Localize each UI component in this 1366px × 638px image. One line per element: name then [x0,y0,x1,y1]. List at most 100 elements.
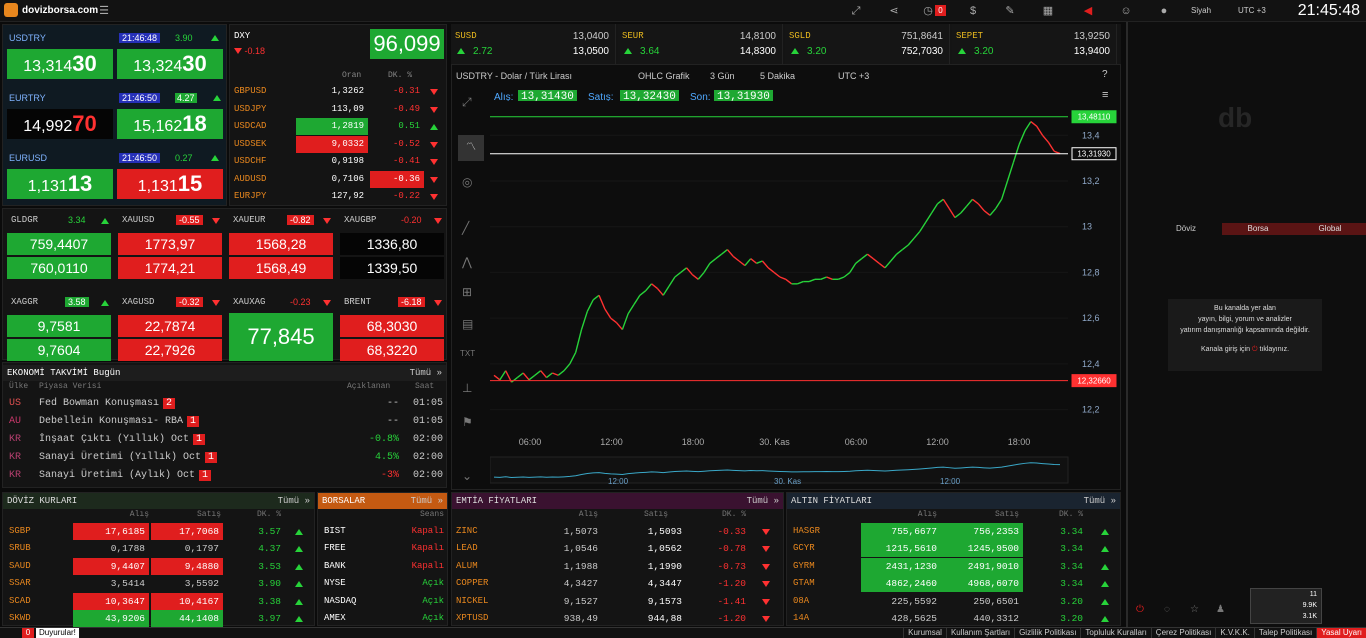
chart-menu-icon[interactable]: ≡ [1102,89,1108,101]
line-tool-icon[interactable]: ╱ [462,221,469,235]
trend-tool-icon[interactable]: 〽 [458,135,484,161]
table-row[interactable]: XPTUSD 938,49 944,88 -1.20 [452,610,783,627]
pair-row[interactable]: USDJPY 113,09 -0.49 [230,101,448,118]
fx-ask-box[interactable]: 1,13115 [117,169,223,199]
help-icon[interactable]: ? [1102,69,1108,80]
pair-row[interactable]: USDCHF 0,9198 -0.41 [230,153,448,170]
metal-bid-box[interactable]: 759,4407 [7,233,111,255]
table-row[interactable]: 14A 428,5625 440,3312 3.20 [787,610,1120,627]
metal-name[interactable]: XAGUSD [122,297,154,307]
calculator-icon[interactable]: ▦ [1040,3,1056,19]
tab-borsa[interactable]: Borsa [1222,223,1294,235]
footer-link[interactable]: Çerez Politikası [1150,628,1216,638]
metal-name[interactable]: XAUUSD [122,215,154,225]
table-row[interactable]: HASGR 755,6677 756,2353 3.34 [787,523,1120,540]
metal-ask-box[interactable]: 1339,50 [340,257,444,279]
metal-bid-box[interactable]: 9,7581 [7,315,111,337]
metal-name[interactable]: BRENT [344,297,371,307]
menu-icon[interactable]: ☰ [96,3,112,19]
table-row[interactable]: SKWD 43,9206 44,1408 3.97 [3,610,314,627]
altin-more-link[interactable]: Tümü » [1084,493,1116,509]
table-row[interactable]: LEAD 1,0546 1,0562 -0.78 [452,540,783,557]
announcements-button[interactable]: Duyurular! [36,628,79,638]
measure-tool-icon[interactable]: ⊥ [462,381,472,395]
alarm-icon[interactable]: ◷ [920,3,936,19]
metal-bid-box[interactable]: 1336,80 [340,233,444,255]
power-icon[interactable]: ⏻ [1252,346,1258,353]
grid-tool-icon[interactable]: ⊞ [462,285,472,299]
table-row[interactable]: ZINC 1,5073 1,5093 -0.33 [452,523,783,540]
footer-link[interactable]: Yasal Uyarı [1316,628,1366,638]
pair-row[interactable]: EURJPY 127,92 -0.22 [230,188,448,205]
table-row[interactable]: GYRM 2431,1230 2491,9010 3.34 [787,557,1120,575]
edit-icon[interactable]: ✎ [1002,3,1018,19]
calendar-row[interactable]: KR Sanayi Üretimi (Aylık) Oct 1 -3% 02:00 [3,467,446,484]
fullscreen-icon[interactable]: ⤢ [848,3,864,19]
fx-ask-box[interactable]: 15,16218 [117,109,223,139]
table-row[interactable]: SSAR 3,5414 3,5592 3.90 [3,575,314,592]
metal-bid-box[interactable]: 1773,97 [118,233,222,255]
fx-name[interactable]: USDTRY [9,33,46,43]
flag-tool-icon[interactable]: ⚑ [462,415,473,429]
price-chart[interactable]: 13,4 13,2 13 12,8 12,6 12,4 12,2 06:00 12:00 18:0… [490,101,1120,489]
path-tool-icon[interactable]: ⋀ [462,255,472,269]
fx-bid-box[interactable]: 13,31430 [7,49,113,79]
metal-ask-box[interactable]: 68,3220 [340,339,444,361]
dollar-icon[interactable]: $ [965,3,981,19]
timezone-select[interactable]: UTC +3 [1238,6,1266,15]
metal-bid-box[interactable]: 22,7874 [118,315,222,337]
metal-name[interactable]: XAUGBP [344,215,376,225]
quote-cell[interactable]: SEUR 3.64 14,8100 14,8300 [618,24,783,64]
metal-ask-box[interactable]: 1774,21 [118,257,222,279]
chart-range-select[interactable]: 3 Gün [710,71,735,81]
expand-tool-icon[interactable]: ⤢ [462,95,472,110]
chevron-down-icon[interactable]: ⌄ [462,469,472,483]
metal-bid-box[interactable]: 1568,28 [229,233,333,255]
footer-link[interactable]: Topluluk Kuralları [1080,628,1150,638]
quote-cell[interactable]: SUSD 2.72 13,0400 13,0500 [451,24,616,64]
metal-ask-box[interactable]: 22,7926 [118,339,222,361]
share-icon[interactable]: ⋖ [886,3,902,19]
login-prompt[interactable]: Kanala giriş için ⏻ tıklayınız. [1168,344,1322,355]
footer-link[interactable]: Kullanım Şartları [945,628,1014,638]
calendar-row[interactable]: AU Debellein Konuşması- RBA 1 -- 01:05 [3,413,446,430]
metal-name[interactable]: XAUEUR [233,215,265,225]
calendar-row[interactable]: US Fed Bowman Konuşması 2 -- 01:05 [3,395,446,412]
chart-tz-select[interactable]: UTC +3 [838,71,869,81]
footer-link[interactable]: K.V.K.K. [1215,628,1254,638]
metal-ask-box[interactable]: 760,0110 [7,257,111,279]
table-row[interactable]: COPPER 4,3427 4,3447 -1.20 [452,575,783,592]
footer-link[interactable]: Talep Politikası [1253,628,1316,638]
pair-row[interactable]: USDSEK 9,0332 -0.52 [230,135,448,153]
table-row[interactable]: SCAD 10,3647 10,4167 3.38 [3,592,314,610]
table-row[interactable]: SGBP 17,6185 17,7068 3.57 [3,523,314,540]
fx-bid-box[interactable]: 1,13113 [7,169,113,199]
metal-bid-box[interactable]: 68,3030 [340,315,444,337]
text-tool-icon[interactable]: TXT [460,349,475,358]
pair-row[interactable]: GBPUSD 1,3262 -0.31 [230,83,448,100]
quote-cell[interactable]: SEPET 3.20 13,9250 13,9400 [952,24,1117,64]
pair-row[interactable]: AUDUSD 0,7106 -0.36 [230,170,448,188]
table-row[interactable]: NICKEL 9,1527 9,1573 -1.41 [452,593,783,610]
logo[interactable]: dovizborsa.com [4,3,98,17]
table-row[interactable]: GTAM 4862,2460 4968,6070 3.34 [787,575,1120,593]
calendar-more-link[interactable]: Tümü » [410,365,442,381]
table-row[interactable]: 08A 225,5592 250,6501 3.20 [787,593,1120,610]
power-button-icon[interactable]: ⏻ [1136,604,1144,615]
chart-type-select[interactable]: OHLC Grafik [638,71,690,81]
chart-symbol[interactable]: USDTRY - Dolar / Türk Lirası [456,71,572,81]
hide-tool-icon[interactable]: ◎ [462,175,472,189]
fx-name[interactable]: EURUSD [9,153,47,163]
metal-value-box[interactable]: 77,845 [229,313,333,361]
calendar-row[interactable]: KR İnşaat Çıktı (Yıllık) Oct 1 -0.8% 02:00 [3,431,446,448]
metal-name[interactable]: XAUXAG [233,297,265,307]
calendar-row[interactable]: KR Sanayi Üretimi (Yıllık) Oct 1 4.5% 02:00 [3,449,446,466]
star-icon[interactable]: ☆ [1190,604,1199,615]
table-row[interactable]: ALUM 1,1988 1,1990 -0.73 [452,558,783,575]
dxy-value[interactable]: 96,099 [370,29,444,59]
footer-link[interactable]: Kurumsal [903,628,946,638]
pair-row[interactable]: USDCAD 1,2819 0.51 [230,118,448,135]
table-row[interactable]: GCYR 1215,5610 1245,9500 3.34 [787,540,1120,558]
table-row[interactable]: BANK Kapalı [318,558,447,575]
table-row[interactable]: NASDAQ Açık [318,593,447,610]
